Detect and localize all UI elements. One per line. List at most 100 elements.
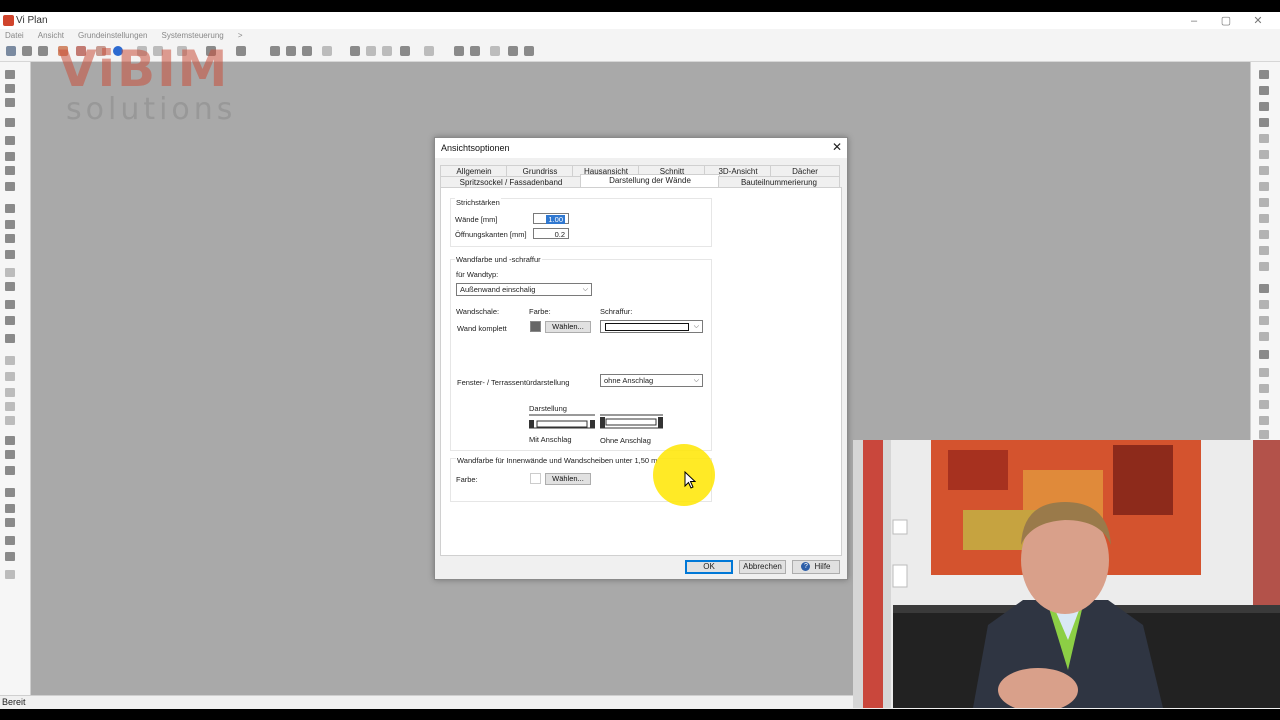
view-snap-icon[interactable] [1259, 198, 1269, 207]
tool-dim-icon[interactable] [5, 450, 15, 459]
menu-datei[interactable]: Datei [5, 29, 24, 42]
tool-text-icon[interactable] [5, 250, 15, 259]
fenster-darstellung-select[interactable]: ohne Anschlag ⌵ [600, 374, 703, 387]
tool-door-icon[interactable] [5, 220, 15, 229]
tool-doc-icon[interactable] [5, 536, 15, 545]
tool-f-icon[interactable] [5, 402, 15, 411]
zoom-window-icon[interactable] [270, 46, 280, 56]
vibim-logo: ViBIM solutions [58, 44, 236, 126]
view-bucket-icon[interactable] [1259, 230, 1269, 239]
tool-fill-icon[interactable] [5, 182, 15, 191]
view-align-icon[interactable] [1259, 430, 1269, 439]
tool-block-icon[interactable] [5, 316, 15, 325]
tool-polygon-icon[interactable] [5, 118, 15, 127]
wand-farbe-waehlen-button[interactable]: Wählen... [545, 321, 591, 333]
tool-r-icon[interactable] [5, 416, 15, 425]
zoom-out-icon[interactable] [302, 46, 312, 56]
oeffnungskanten-input[interactable]: 0.2 [533, 228, 569, 239]
minimize-button[interactable]: – [1178, 12, 1210, 29]
zoom-in-icon[interactable] [286, 46, 296, 56]
tool-list-icon[interactable] [5, 552, 15, 561]
view-refresh-icon[interactable] [1259, 384, 1269, 393]
tool-grid-icon[interactable] [5, 356, 15, 365]
tab-panel: Strichstärken Wände [mm] 1.00 Öffnungska… [440, 187, 842, 556]
tool-pen-icon[interactable] [5, 488, 15, 497]
ohne-anschlag-label: Ohne Anschlag [600, 436, 651, 445]
properties-icon[interactable] [524, 46, 534, 56]
wandtyp-select[interactable]: Außenwand einschalig ⌵ [456, 283, 592, 296]
tool-export-icon[interactable] [5, 570, 15, 579]
innenwand-farbe-waehlen-button[interactable]: Wählen... [545, 473, 591, 485]
tool-measure-icon[interactable] [5, 436, 15, 445]
mit-anschlag-label: Mit Anschlag [529, 435, 572, 444]
innenwand-color-swatch[interactable] [530, 473, 541, 484]
tool-layer-icon[interactable] [5, 334, 15, 343]
home-icon[interactable] [236, 46, 246, 56]
view-roof-icon[interactable] [1259, 150, 1269, 159]
mirror-icon[interactable] [508, 46, 518, 56]
open-icon[interactable] [22, 46, 32, 56]
view-copy-icon[interactable] [1259, 400, 1269, 409]
menu-more[interactable]: > [238, 29, 243, 42]
view-plan-icon[interactable] [1259, 70, 1269, 79]
view-line2-icon[interactable] [1259, 300, 1269, 309]
tool-wall-icon[interactable] [5, 70, 15, 79]
pan-icon[interactable] [322, 46, 332, 56]
abbrechen-button[interactable]: Abbrechen [739, 560, 786, 574]
tool-copy-icon[interactable] [5, 98, 15, 107]
tool-window-icon[interactable] [5, 234, 15, 243]
delete-icon[interactable] [454, 46, 464, 56]
view-3d-icon[interactable] [1259, 134, 1269, 143]
new-icon[interactable] [6, 46, 16, 56]
tool-edit-icon[interactable] [5, 518, 15, 527]
view-stamp-icon[interactable] [1259, 416, 1269, 425]
hilfe-label: Hilfe [814, 562, 831, 571]
view-side-icon[interactable] [1259, 102, 1269, 111]
tool-roof-icon[interactable] [5, 282, 15, 291]
close-window-button[interactable]: ✕ [1242, 12, 1274, 29]
tool-pick-icon[interactable] [5, 504, 15, 513]
ungroup-icon[interactable] [382, 46, 392, 56]
maximize-button[interactable]: ▢ [1210, 12, 1242, 29]
move-icon[interactable] [470, 46, 480, 56]
view-line-icon[interactable] [1259, 246, 1269, 255]
view-close-icon[interactable] [1259, 262, 1269, 271]
tool-brush-icon[interactable] [5, 166, 15, 175]
view-filter-icon[interactable] [1259, 182, 1269, 191]
tool-rect-icon[interactable] [5, 204, 15, 213]
ok-button[interactable]: OK [685, 560, 733, 574]
tool-stairs-icon[interactable] [5, 268, 15, 277]
save-icon[interactable] [38, 46, 48, 56]
view-front-icon[interactable] [1259, 86, 1269, 95]
tool-b-icon[interactable] [5, 388, 15, 397]
tool-wall2-icon[interactable] [5, 84, 15, 93]
object-icon[interactable] [350, 46, 360, 56]
view-link-icon[interactable] [1259, 214, 1269, 223]
view-ellipse-icon[interactable] [1259, 332, 1269, 341]
rotate-icon[interactable] [490, 46, 500, 56]
view-section-icon[interactable] [1259, 118, 1269, 127]
oeffnungskanten-label: Öffnungskanten [mm] [455, 230, 527, 239]
window-controls: – ▢ ✕ [1178, 12, 1274, 29]
tab-row-2: Spritzsockel / Fassadenband Darstellung … [440, 174, 840, 188]
tool-circle-icon[interactable] [5, 136, 15, 145]
view-doc-icon[interactable] [1259, 284, 1269, 293]
view-info-icon[interactable] [1259, 316, 1269, 325]
tab-darstellung-der-waende[interactable]: Darstellung der Wände [580, 174, 720, 188]
wand-color-swatch[interactable] [530, 321, 541, 332]
settings-icon[interactable] [424, 46, 434, 56]
view-hand-icon[interactable] [1259, 368, 1269, 377]
wand-komplett-label: Wand komplett [457, 324, 507, 333]
tool-w-icon[interactable] [5, 372, 15, 381]
tool-area-icon[interactable] [5, 466, 15, 475]
select-icon[interactable] [400, 46, 410, 56]
view-text-icon[interactable] [1259, 350, 1269, 359]
hilfe-button[interactable]: ? Hilfe [792, 560, 840, 574]
dialog-close-icon[interactable]: ✕ [832, 140, 842, 154]
tool-house-icon[interactable] [5, 300, 15, 309]
group-icon[interactable] [366, 46, 376, 56]
tool-line-icon[interactable] [5, 152, 15, 161]
view-layer-icon[interactable] [1259, 166, 1269, 175]
schraffur-select[interactable]: ⌵ [600, 320, 703, 333]
waende-input[interactable]: 1.00 [533, 213, 569, 224]
